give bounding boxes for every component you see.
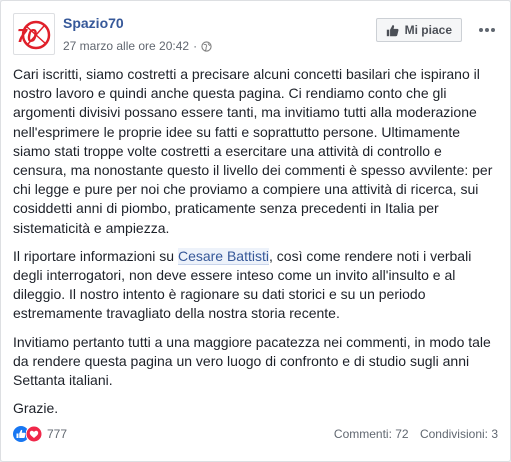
more-options-icon[interactable] — [476, 19, 498, 41]
page-avatar[interactable]: 70 — [13, 13, 55, 55]
globe-icon[interactable] — [201, 40, 212, 52]
like-button-label: Mi piace — [404, 23, 452, 37]
post-footer: 777 Commenti: 72 Condivisioni: 3 — [13, 423, 498, 445]
spazio70-logo: 70 — [17, 20, 51, 50]
post-paragraph-2: Il riportare informazioni su Cesare Batt… — [13, 247, 498, 324]
engagement-counts: Commenti: 72 Condivisioni: 3 — [334, 427, 498, 441]
reaction-count[interactable]: 777 — [47, 427, 67, 441]
paragraph-2-start: Il riportare informazioni su — [13, 247, 178, 264]
mention-link[interactable]: Cesare Battisti — [177, 247, 269, 265]
comments-count-link[interactable]: Commenti: 72 — [334, 427, 409, 441]
thumbs-up-icon — [386, 24, 399, 36]
reactions-summary[interactable]: 777 — [13, 426, 67, 442]
page-name-link[interactable]: Spazio70 — [63, 15, 124, 31]
post-paragraph-4: Grazie. — [13, 400, 59, 417]
like-page-button[interactable]: Mi piace — [375, 18, 462, 42]
post-body: Cari iscritti, siamo costretti a precisa… — [13, 65, 498, 427]
post-header: 70 Spazio70 27 marzo alle ore 20:42 · Mi… — [13, 11, 498, 55]
logo-text: 70 — [17, 26, 37, 46]
meta-separator: · — [193, 39, 198, 53]
post-meta: 27 marzo alle ore 20:42 · — [63, 39, 212, 53]
post-paragraph-1: Cari iscritti, siamo costretti a precisa… — [13, 66, 493, 236]
post-timestamp[interactable]: 27 marzo alle ore 20:42 — [63, 39, 189, 53]
post-card: 70 Spazio70 27 marzo alle ore 20:42 · Mi… — [0, 0, 511, 462]
love-reaction-icon — [26, 426, 42, 442]
shares-count-link[interactable]: Condivisioni: 3 — [420, 427, 498, 441]
post-paragraph-3: Invitiamo pertanto tutti a una maggiore … — [13, 333, 491, 389]
